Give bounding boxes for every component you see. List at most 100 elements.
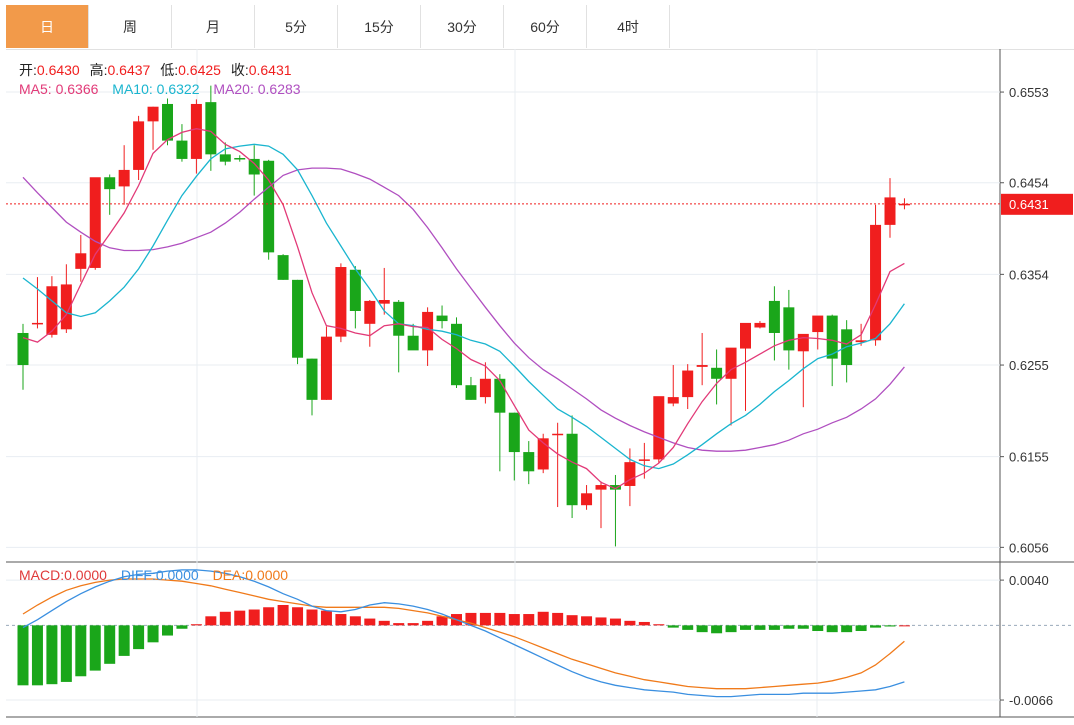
candle-body xyxy=(682,370,694,398)
macd-bar xyxy=(740,625,751,630)
candle-body xyxy=(754,322,766,328)
macd-readout: MACD:0.0000 DIFF:0.0000 DEA:0.0000 xyxy=(19,567,288,583)
close-value: 0.6431 xyxy=(248,62,292,78)
macd-bar xyxy=(841,625,853,633)
macd-bar xyxy=(508,614,520,626)
candle-body xyxy=(306,358,318,400)
candle-body xyxy=(884,197,896,225)
candle-body xyxy=(581,493,593,506)
open-label: 开: xyxy=(19,62,37,78)
candle-body xyxy=(31,322,43,325)
candle-body xyxy=(205,102,217,155)
macd-bar xyxy=(234,610,246,626)
ma5-readout: MA5: 0.6366 xyxy=(19,81,99,97)
macd-bar xyxy=(725,625,737,633)
macd-bar xyxy=(205,616,217,626)
macd-tick-label: -0.0066 xyxy=(1009,693,1053,708)
diff-label-value: DIFF:0.0000 xyxy=(120,567,199,583)
candle-body xyxy=(436,315,448,322)
open-value: 0.6430 xyxy=(36,62,80,78)
candle-body xyxy=(75,253,87,269)
macd-bar xyxy=(552,612,564,626)
macd-bar xyxy=(219,611,231,626)
candle-body xyxy=(740,322,751,349)
macd-bar xyxy=(17,625,29,686)
macd-bar xyxy=(826,625,838,633)
macd-bar xyxy=(494,612,506,626)
candle-body xyxy=(393,301,405,336)
candle-body xyxy=(320,336,332,400)
candle-body xyxy=(508,412,520,453)
macd-bar xyxy=(422,620,434,626)
candle-body xyxy=(378,300,390,304)
candle-body xyxy=(479,378,491,398)
price-tick-label: 0.6255 xyxy=(1009,358,1049,373)
macd-bar xyxy=(335,614,347,626)
candle-body xyxy=(870,224,882,341)
high-value: 0.6437 xyxy=(107,62,151,78)
price-tick-label: 0.6155 xyxy=(1009,450,1049,465)
candle-body xyxy=(219,154,231,162)
macd-bar xyxy=(812,625,824,632)
candle-body xyxy=(797,333,809,352)
dea-label-value: DEA:0.0000 xyxy=(212,567,289,583)
macd-bar xyxy=(306,609,318,626)
candle-body xyxy=(263,160,275,253)
candle-body xyxy=(812,315,824,333)
candlestick-chart[interactable]: 0.6553 0.6454 0.6354 0.6255 0.6155 0.6056 0.64… xyxy=(0,0,1074,725)
macd-bar xyxy=(133,625,145,650)
low-value: 0.6425 xyxy=(178,62,221,78)
candle-body xyxy=(407,335,419,351)
candle-body xyxy=(552,433,564,436)
candle-body xyxy=(190,103,202,159)
candle-body xyxy=(248,158,260,175)
price-tick-label: 0.6553 xyxy=(1009,85,1049,100)
macd-bar xyxy=(898,625,910,627)
macd-bar xyxy=(653,624,665,626)
macd-bar xyxy=(176,625,188,629)
candle-body xyxy=(768,300,780,333)
candle-body xyxy=(133,121,145,170)
candle-body xyxy=(711,367,723,379)
macd-bar xyxy=(89,625,101,671)
macd-bar xyxy=(566,615,578,626)
candle-body xyxy=(104,177,116,190)
candle-body xyxy=(118,169,130,187)
macd-bar xyxy=(393,623,405,626)
candle-body xyxy=(566,433,578,506)
candle-body xyxy=(234,158,246,160)
macd-bar xyxy=(263,607,275,626)
ma10-readout: MA10: 0.6322 xyxy=(112,81,200,97)
macd-bar xyxy=(320,610,332,626)
candle-body xyxy=(364,300,376,324)
macd-bar xyxy=(277,604,289,626)
macd-bar xyxy=(147,625,159,643)
candle-body xyxy=(465,385,477,400)
close-label: 收: xyxy=(230,62,249,78)
macd-label-value: MACD:0.0000 xyxy=(19,567,107,583)
candle-body xyxy=(176,140,188,159)
macd-bar xyxy=(754,625,766,630)
price-tick-label: 0.6354 xyxy=(1009,267,1049,282)
high-label: 高: xyxy=(89,62,108,78)
ma20-readout: MA20: 0.6283 xyxy=(213,81,301,97)
last-price-tag-label: 0.6431 xyxy=(1009,197,1049,212)
macd-bar xyxy=(624,620,636,626)
macd-bar xyxy=(378,620,390,626)
candle-body xyxy=(335,267,347,337)
macd-bar xyxy=(696,625,708,633)
candle-body xyxy=(667,397,679,404)
macd-bar xyxy=(595,617,607,626)
macd-bar xyxy=(60,625,72,682)
macd-bar xyxy=(523,614,535,626)
low-label: 低: xyxy=(160,62,179,78)
macd-bar xyxy=(855,625,867,632)
candle-body xyxy=(349,269,361,311)
macd-bar xyxy=(870,625,882,628)
candle-body xyxy=(292,279,304,358)
macd-tick-label: 0.0040 xyxy=(1009,573,1049,588)
macd-bar xyxy=(884,625,896,627)
macd-bar xyxy=(162,625,173,636)
macd-bar xyxy=(31,625,43,686)
macd-bar xyxy=(581,616,593,626)
